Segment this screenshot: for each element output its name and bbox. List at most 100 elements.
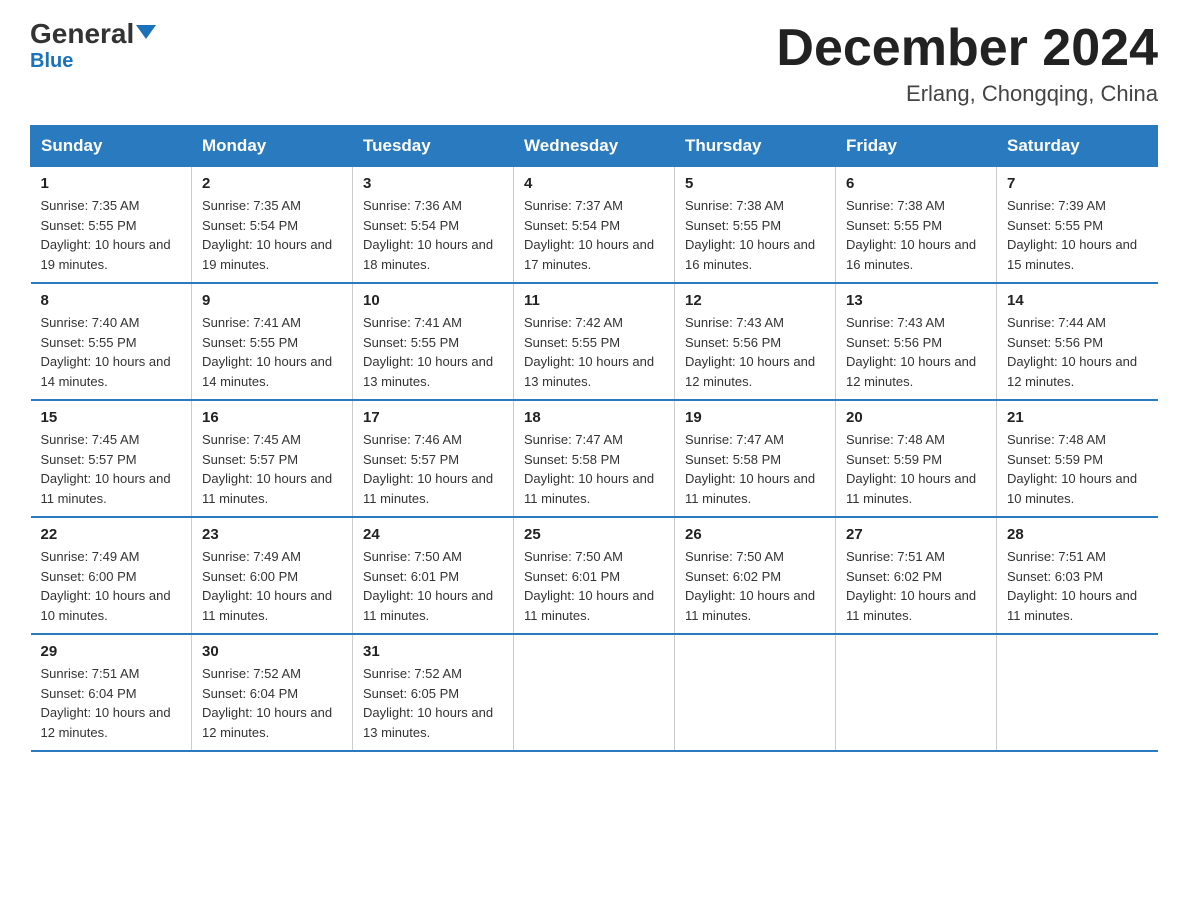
calendar-day-cell [836, 634, 997, 751]
weekday-header-saturday: Saturday [997, 126, 1158, 167]
logo-triangle-icon [136, 25, 156, 39]
day-number: 10 [363, 292, 503, 309]
calendar-day-cell: 29 Sunrise: 7:51 AMSunset: 6:04 PMDaylig… [31, 634, 192, 751]
calendar-day-cell: 23 Sunrise: 7:49 AMSunset: 6:00 PMDaylig… [192, 517, 353, 634]
calendar-day-cell [997, 634, 1158, 751]
day-number: 14 [1007, 292, 1148, 309]
calendar-week-row: 8 Sunrise: 7:40 AMSunset: 5:55 PMDayligh… [31, 283, 1158, 400]
day-info: Sunrise: 7:45 AMSunset: 5:57 PMDaylight:… [202, 432, 332, 506]
page-header: General Blue December 2024 Erlang, Chong… [30, 20, 1158, 107]
calendar-header: SundayMondayTuesdayWednesdayThursdayFrid… [31, 126, 1158, 167]
day-info: Sunrise: 7:42 AMSunset: 5:55 PMDaylight:… [524, 315, 654, 389]
day-number: 18 [524, 409, 664, 426]
day-number: 19 [685, 409, 825, 426]
day-info: Sunrise: 7:40 AMSunset: 5:55 PMDaylight:… [41, 315, 171, 389]
calendar-week-row: 15 Sunrise: 7:45 AMSunset: 5:57 PMDaylig… [31, 400, 1158, 517]
title-area: December 2024 Erlang, Chongqing, China [776, 20, 1158, 107]
day-number: 7 [1007, 175, 1148, 192]
logo-blue: Blue [30, 50, 73, 73]
day-number: 30 [202, 643, 342, 660]
day-info: Sunrise: 7:48 AMSunset: 5:59 PMDaylight:… [846, 432, 976, 506]
day-number: 27 [846, 526, 986, 543]
calendar-day-cell: 21 Sunrise: 7:48 AMSunset: 5:59 PMDaylig… [997, 400, 1158, 517]
calendar-week-row: 29 Sunrise: 7:51 AMSunset: 6:04 PMDaylig… [31, 634, 1158, 751]
day-info: Sunrise: 7:52 AMSunset: 6:04 PMDaylight:… [202, 666, 332, 740]
day-info: Sunrise: 7:52 AMSunset: 6:05 PMDaylight:… [363, 666, 493, 740]
day-info: Sunrise: 7:51 AMSunset: 6:04 PMDaylight:… [41, 666, 171, 740]
calendar-day-cell: 20 Sunrise: 7:48 AMSunset: 5:59 PMDaylig… [836, 400, 997, 517]
calendar-day-cell: 28 Sunrise: 7:51 AMSunset: 6:03 PMDaylig… [997, 517, 1158, 634]
day-info: Sunrise: 7:50 AMSunset: 6:02 PMDaylight:… [685, 549, 815, 623]
day-info: Sunrise: 7:49 AMSunset: 6:00 PMDaylight:… [202, 549, 332, 623]
calendar-day-cell: 12 Sunrise: 7:43 AMSunset: 5:56 PMDaylig… [675, 283, 836, 400]
day-info: Sunrise: 7:51 AMSunset: 6:02 PMDaylight:… [846, 549, 976, 623]
calendar-day-cell: 7 Sunrise: 7:39 AMSunset: 5:55 PMDayligh… [997, 167, 1158, 284]
calendar-day-cell: 13 Sunrise: 7:43 AMSunset: 5:56 PMDaylig… [836, 283, 997, 400]
calendar-day-cell: 11 Sunrise: 7:42 AMSunset: 5:55 PMDaylig… [514, 283, 675, 400]
calendar-day-cell: 15 Sunrise: 7:45 AMSunset: 5:57 PMDaylig… [31, 400, 192, 517]
logo-text: General [30, 20, 156, 48]
calendar-day-cell: 18 Sunrise: 7:47 AMSunset: 5:58 PMDaylig… [514, 400, 675, 517]
calendar-day-cell: 5 Sunrise: 7:38 AMSunset: 5:55 PMDayligh… [675, 167, 836, 284]
day-number: 17 [363, 409, 503, 426]
calendar-day-cell: 25 Sunrise: 7:50 AMSunset: 6:01 PMDaylig… [514, 517, 675, 634]
day-number: 24 [363, 526, 503, 543]
weekday-header-row: SundayMondayTuesdayWednesdayThursdayFrid… [31, 126, 1158, 167]
day-number: 1 [41, 175, 182, 192]
day-info: Sunrise: 7:47 AMSunset: 5:58 PMDaylight:… [524, 432, 654, 506]
day-info: Sunrise: 7:37 AMSunset: 5:54 PMDaylight:… [524, 198, 654, 272]
calendar-day-cell [675, 634, 836, 751]
day-info: Sunrise: 7:41 AMSunset: 5:55 PMDaylight:… [363, 315, 493, 389]
day-number: 5 [685, 175, 825, 192]
calendar-day-cell: 4 Sunrise: 7:37 AMSunset: 5:54 PMDayligh… [514, 167, 675, 284]
location-subtitle: Erlang, Chongqing, China [776, 81, 1158, 107]
day-info: Sunrise: 7:35 AMSunset: 5:55 PMDaylight:… [41, 198, 171, 272]
day-info: Sunrise: 7:51 AMSunset: 6:03 PMDaylight:… [1007, 549, 1137, 623]
day-info: Sunrise: 7:41 AMSunset: 5:55 PMDaylight:… [202, 315, 332, 389]
calendar-day-cell: 3 Sunrise: 7:36 AMSunset: 5:54 PMDayligh… [353, 167, 514, 284]
calendar-day-cell: 2 Sunrise: 7:35 AMSunset: 5:54 PMDayligh… [192, 167, 353, 284]
day-number: 6 [846, 175, 986, 192]
calendar-body: 1 Sunrise: 7:35 AMSunset: 5:55 PMDayligh… [31, 167, 1158, 752]
day-number: 4 [524, 175, 664, 192]
calendar-day-cell: 19 Sunrise: 7:47 AMSunset: 5:58 PMDaylig… [675, 400, 836, 517]
day-number: 31 [363, 643, 503, 660]
day-info: Sunrise: 7:45 AMSunset: 5:57 PMDaylight:… [41, 432, 171, 506]
weekday-header-thursday: Thursday [675, 126, 836, 167]
day-info: Sunrise: 7:48 AMSunset: 5:59 PMDaylight:… [1007, 432, 1137, 506]
calendar-day-cell: 6 Sunrise: 7:38 AMSunset: 5:55 PMDayligh… [836, 167, 997, 284]
calendar-day-cell: 10 Sunrise: 7:41 AMSunset: 5:55 PMDaylig… [353, 283, 514, 400]
calendar-day-cell: 22 Sunrise: 7:49 AMSunset: 6:00 PMDaylig… [31, 517, 192, 634]
day-info: Sunrise: 7:43 AMSunset: 5:56 PMDaylight:… [685, 315, 815, 389]
day-info: Sunrise: 7:49 AMSunset: 6:00 PMDaylight:… [41, 549, 171, 623]
day-number: 23 [202, 526, 342, 543]
day-number: 16 [202, 409, 342, 426]
day-info: Sunrise: 7:38 AMSunset: 5:55 PMDaylight:… [846, 198, 976, 272]
day-number: 11 [524, 292, 664, 309]
weekday-header-monday: Monday [192, 126, 353, 167]
day-info: Sunrise: 7:43 AMSunset: 5:56 PMDaylight:… [846, 315, 976, 389]
day-number: 29 [41, 643, 182, 660]
calendar-day-cell [514, 634, 675, 751]
calendar-week-row: 1 Sunrise: 7:35 AMSunset: 5:55 PMDayligh… [31, 167, 1158, 284]
day-number: 22 [41, 526, 182, 543]
calendar-day-cell: 30 Sunrise: 7:52 AMSunset: 6:04 PMDaylig… [192, 634, 353, 751]
day-number: 8 [41, 292, 182, 309]
weekday-header-tuesday: Tuesday [353, 126, 514, 167]
day-number: 25 [524, 526, 664, 543]
day-info: Sunrise: 7:35 AMSunset: 5:54 PMDaylight:… [202, 198, 332, 272]
day-number: 20 [846, 409, 986, 426]
calendar-day-cell: 14 Sunrise: 7:44 AMSunset: 5:56 PMDaylig… [997, 283, 1158, 400]
calendar-day-cell: 16 Sunrise: 7:45 AMSunset: 5:57 PMDaylig… [192, 400, 353, 517]
calendar-day-cell: 17 Sunrise: 7:46 AMSunset: 5:57 PMDaylig… [353, 400, 514, 517]
day-number: 26 [685, 526, 825, 543]
weekday-header-sunday: Sunday [31, 126, 192, 167]
day-info: Sunrise: 7:38 AMSunset: 5:55 PMDaylight:… [685, 198, 815, 272]
day-info: Sunrise: 7:46 AMSunset: 5:57 PMDaylight:… [363, 432, 493, 506]
calendar-day-cell: 24 Sunrise: 7:50 AMSunset: 6:01 PMDaylig… [353, 517, 514, 634]
day-info: Sunrise: 7:36 AMSunset: 5:54 PMDaylight:… [363, 198, 493, 272]
day-info: Sunrise: 7:47 AMSunset: 5:58 PMDaylight:… [685, 432, 815, 506]
day-info: Sunrise: 7:44 AMSunset: 5:56 PMDaylight:… [1007, 315, 1137, 389]
calendar-day-cell: 31 Sunrise: 7:52 AMSunset: 6:05 PMDaylig… [353, 634, 514, 751]
weekday-header-wednesday: Wednesday [514, 126, 675, 167]
